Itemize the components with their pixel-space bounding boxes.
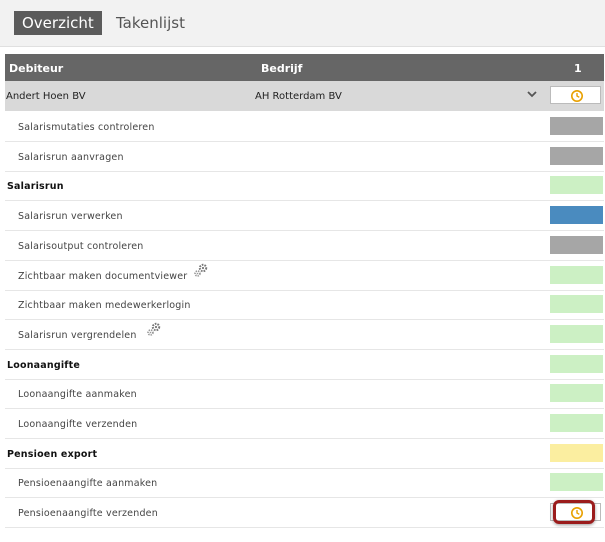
task-label: Salarisrun verwerken <box>18 211 123 223</box>
task-row[interactable]: Pensioenaangifte verzenden <box>5 498 604 529</box>
status-box-yellow[interactable] <box>550 443 603 462</box>
task-row[interactable]: Salarismutaties controleren <box>5 112 604 142</box>
section-label: Pensioen export <box>7 448 98 460</box>
task-label: Salarisrun vergrendelen <box>18 329 137 341</box>
task-row[interactable]: Salarisrun verwerken <box>5 201 604 232</box>
column-header-debiteur[interactable]: Debiteur <box>9 62 63 75</box>
task-row[interactable]: Salarisrun vergrendelen <box>5 320 604 350</box>
task-label: Salarismutaties controleren <box>18 122 155 133</box>
gear-icon[interactable] <box>193 263 209 279</box>
table-header: Debiteur Bedrijf 1 <box>5 54 604 81</box>
status-box-green[interactable] <box>550 354 603 373</box>
status-box-green[interactable] <box>550 324 603 343</box>
task-row[interactable]: Salarisoutput controleren <box>5 231 604 261</box>
task-row[interactable]: Loonaangifte aanmaken <box>5 379 604 410</box>
task-label: Loonaangifte verzenden <box>18 419 138 430</box>
task-row[interactable]: Zichtbaar maken medewerkerlogin <box>5 290 604 321</box>
debtor-status-button[interactable] <box>550 86 601 104</box>
column-header-period: 1 <box>574 62 582 75</box>
section-row[interactable]: Salarisrun <box>5 171 604 202</box>
status-box-green[interactable] <box>550 384 603 403</box>
task-label: Zichtbaar maken medewerkerlogin <box>18 300 191 312</box>
tab-bar: Overzicht Takenlijst <box>0 0 605 47</box>
debtor-row[interactable]: Andert Hoen BV AH Rotterdam BV <box>5 81 604 111</box>
status-box-gray[interactable] <box>550 117 603 135</box>
task-row[interactable]: Salarisrun aanvragen <box>5 142 604 172</box>
clock-icon <box>571 90 583 102</box>
tab-takenlijst[interactable]: Takenlijst <box>108 11 193 35</box>
status-box-green[interactable] <box>550 414 603 432</box>
task-label: Pensioenaangifte verzenden <box>18 508 158 520</box>
status-box-green[interactable] <box>550 295 603 314</box>
task-label: Pensioenaangifte aanmaken <box>18 478 158 490</box>
status-box-green[interactable] <box>550 176 603 195</box>
task-row[interactable]: Pensioenaangifte aanmaken <box>5 468 604 499</box>
status-box-gray[interactable] <box>550 235 603 254</box>
status-box-gray[interactable] <box>550 146 603 165</box>
task-label: Salarisoutput controleren <box>18 240 144 252</box>
debtor-name: Andert Hoen BV <box>6 91 86 102</box>
section-row[interactable]: Pensioen export <box>5 439 604 469</box>
task-label: Salarisrun aanvragen <box>18 151 124 163</box>
gear-icon[interactable] <box>146 322 162 338</box>
status-box-green[interactable] <box>550 473 603 492</box>
task-row[interactable]: Zichtbaar maken documentviewer <box>5 261 604 291</box>
highlight-marker <box>553 500 595 524</box>
tab-overzicht[interactable]: Overzicht <box>14 11 102 35</box>
company-name: AH Rotterdam BV <box>255 91 342 102</box>
status-box-blue[interactable] <box>550 206 603 225</box>
chevron-down-icon[interactable] <box>527 89 537 99</box>
section-row[interactable]: Loonaangifte <box>5 350 604 380</box>
status-box-green[interactable] <box>550 265 603 284</box>
task-label: Zichtbaar maken documentviewer <box>18 270 188 282</box>
task-row[interactable]: Loonaangifte verzenden <box>5 409 604 439</box>
column-header-bedrijf[interactable]: Bedrijf <box>261 62 302 75</box>
task-label: Loonaangifte aanmaken <box>18 389 137 401</box>
section-label: Loonaangifte <box>7 359 81 371</box>
section-label: Salarisrun <box>7 181 64 193</box>
